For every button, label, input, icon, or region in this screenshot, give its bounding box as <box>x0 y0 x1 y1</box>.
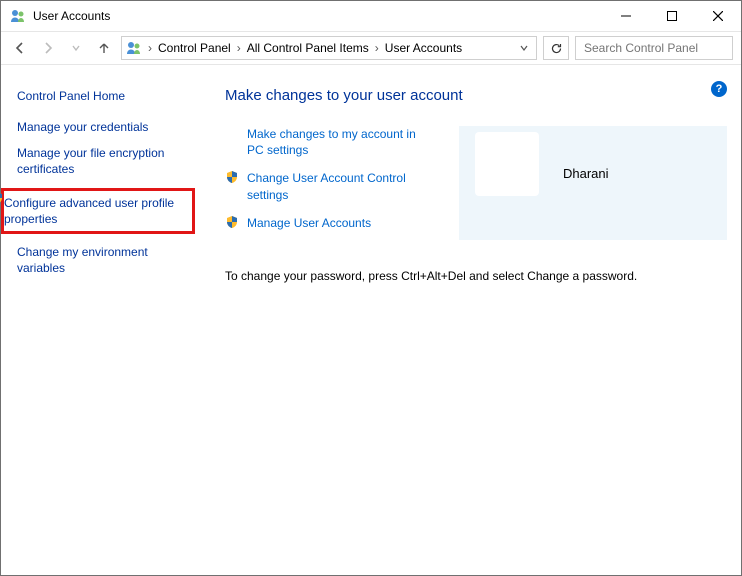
action-manage-users[interactable]: Manage User Accounts <box>225 215 435 231</box>
user-card: Dharani <box>459 126 727 240</box>
help-icon[interactable]: ? <box>711 81 727 97</box>
shield-icon <box>0 191 4 205</box>
shield-icon <box>225 215 239 229</box>
action-label: Manage User Accounts <box>247 215 435 231</box>
sidebar-link-label: Configure advanced user profile properti… <box>4 196 174 226</box>
search-input[interactable] <box>582 40 741 56</box>
main-content: ? Make changes to your user account Make… <box>201 81 741 575</box>
user-accounts-icon <box>9 7 27 25</box>
sidebar-link-advanced-profile[interactable]: Configure advanced user profile properti… <box>1 188 195 234</box>
breadcrumb-control-panel[interactable]: Control Panel <box>156 41 233 55</box>
chevron-right-icon[interactable]: › <box>373 41 381 55</box>
window-controls <box>603 1 741 31</box>
sidebar-link-credentials[interactable]: Manage your credentials <box>17 119 191 135</box>
password-note: To change your password, press Ctrl+Alt+… <box>225 269 727 283</box>
chevron-down-icon[interactable] <box>516 44 532 52</box>
sidebar-link-label: Manage your credentials <box>17 120 148 134</box>
sidebar: Control Panel Home Manage your credentia… <box>1 81 201 575</box>
shield-icon <box>225 170 239 184</box>
forward-button[interactable] <box>37 37 59 59</box>
window-title: User Accounts <box>33 9 603 23</box>
sidebar-link-file-encryption[interactable]: Manage your file encryption certificates <box>17 145 191 177</box>
actions-list: Make changes to my account in PC setting… <box>225 126 435 243</box>
sidebar-link-label: Change my environment variables <box>17 245 148 275</box>
action-label: Change User Account Control settings <box>247 170 435 202</box>
sidebar-link-label: Manage your file encryption certificates <box>17 146 164 176</box>
maximize-button[interactable] <box>649 1 695 31</box>
sidebar-title[interactable]: Control Panel Home <box>17 89 191 103</box>
history-dropdown[interactable] <box>65 37 87 59</box>
user-name: Dharani <box>563 166 609 181</box>
back-button[interactable] <box>9 37 31 59</box>
chevron-right-icon[interactable]: › <box>146 41 154 55</box>
user-accounts-icon <box>126 40 142 56</box>
search-box[interactable] <box>575 36 733 60</box>
action-uac-settings[interactable]: Change User Account Control settings <box>225 170 435 202</box>
avatar <box>475 132 539 196</box>
up-button[interactable] <box>93 37 115 59</box>
action-pc-settings[interactable]: Make changes to my account in PC setting… <box>225 126 435 158</box>
addressbar[interactable]: › Control Panel › All Control Panel Item… <box>121 36 537 60</box>
breadcrumb-user-accounts[interactable]: User Accounts <box>383 41 464 55</box>
chevron-right-icon[interactable]: › <box>235 41 243 55</box>
action-label: Make changes to my account in PC setting… <box>247 126 435 158</box>
breadcrumb-all-items[interactable]: All Control Panel Items <box>245 41 371 55</box>
titlebar: User Accounts <box>1 1 741 31</box>
page-heading: Make changes to your user account <box>225 87 727 104</box>
minimize-button[interactable] <box>603 1 649 31</box>
refresh-button[interactable] <box>543 36 569 60</box>
sidebar-link-env-variables[interactable]: Change my environment variables <box>17 244 191 276</box>
close-button[interactable] <box>695 1 741 31</box>
toolbar: › Control Panel › All Control Panel Item… <box>1 31 741 65</box>
